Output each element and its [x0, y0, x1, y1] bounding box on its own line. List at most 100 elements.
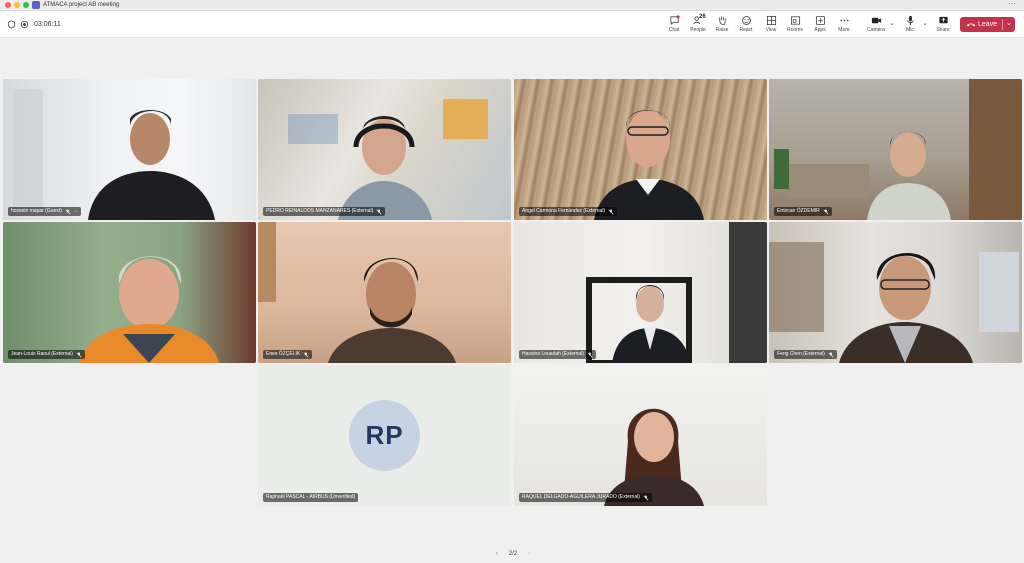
participant-video-figure [288, 99, 488, 220]
video-tile-participant-5[interactable]: Jean-Louis Raoul (External) [3, 222, 256, 363]
leave-options-chevron-icon[interactable]: ⌄ [1006, 19, 1012, 27]
leave-divider [1002, 19, 1003, 30]
participant-video-figure [774, 79, 1022, 220]
video-tile-participant-2[interactable]: PEDRO REINALDOS MANZANARES (External) [258, 79, 511, 220]
leave-button[interactable]: Leave ⌄ [960, 17, 1015, 32]
participant-name-tag: RAQUEL DELGADO-AGUILERA JURADO (External… [519, 493, 652, 502]
participant-name-tag: Jean-Louis Raoul (External) [8, 350, 85, 359]
camera-button[interactable]: Camera [865, 15, 887, 37]
page-indicator: 2/2 [508, 550, 518, 557]
mic-muted-icon [828, 351, 834, 357]
mic-muted-icon [643, 494, 649, 500]
gallery-pagination: ‹ 2/2 › [496, 549, 530, 558]
tile-more-options[interactable]: ... [74, 207, 78, 216]
participant-name-tag: Enes ÖZÇELIK [263, 350, 313, 359]
participant-name: Feng Chen (External) [777, 351, 825, 357]
window-titlebar: ATMACA project AB meeting ··· [0, 0, 1024, 11]
view-label: View [765, 27, 777, 33]
participant-name-tag: Hassina Louadah (External) [519, 350, 596, 359]
participant-name-tag: Raphaël PASCAL - AIRBUS (Unverified) [263, 493, 359, 502]
apps-label: Apps [814, 27, 826, 33]
leave-label: Leave [978, 21, 998, 28]
window-title: ATMACA project AB meeting [43, 2, 120, 8]
rooms-button[interactable]: Rooms [784, 15, 806, 37]
more-label: More [838, 27, 850, 33]
video-tile-participant-3[interactable]: Angel Carmona Fernández (External) [514, 79, 767, 220]
camera-icon [871, 17, 881, 24]
video-tile-participant-9[interactable]: RP Raphaël PASCAL - AIRBUS (Unverified) [258, 365, 511, 506]
video-tile-participant-8[interactable]: Feng Chen (External) [769, 222, 1022, 363]
teams-app-icon [32, 1, 40, 9]
more-button[interactable]: More [833, 15, 855, 37]
people-button[interactable]: 26 People [687, 14, 709, 37]
people-label: People [690, 27, 706, 33]
mic-muted-icon [65, 208, 71, 214]
avatar: RP [349, 400, 420, 471]
participant-video-figure [586, 222, 767, 363]
apps-plus-icon [815, 15, 825, 26]
previous-page-chevron-icon[interactable]: ‹ [496, 551, 498, 557]
people-count-badge: 26 [699, 14, 706, 20]
share-screen-icon [938, 16, 948, 24]
mic-muted-icon [76, 351, 82, 357]
participant-name: Raphaël PASCAL - AIRBUS (Unverified) [266, 494, 356, 500]
raise-hand-button[interactable]: Raise [711, 15, 733, 37]
recording-icon[interactable] [20, 20, 29, 29]
participant-name-tag: Angel Carmona Fernández (External) [519, 207, 618, 216]
participant-video-figure [258, 222, 456, 363]
participant-name: Emircan ÖZDEMIR [777, 208, 820, 214]
rooms-icon [790, 16, 800, 25]
participant-name-tag: PEDRO REINALDOS MANZANARES (External) [263, 207, 386, 216]
participant-name-tag: Feng Chen (External) [774, 350, 837, 359]
meeting-timer: 03:06:11 [34, 21, 61, 28]
mic-button[interactable]: Mic [899, 15, 921, 37]
participant-name: Enes ÖZÇELIK [266, 351, 301, 357]
fullscreen-window-button[interactable] [23, 2, 29, 8]
rooms-label: Rooms [787, 27, 803, 33]
meeting-toolbar: 03:06:11 Chat 26 People Raise React View… [0, 11, 1024, 38]
video-tile-participant-10[interactable]: RAQUEL DELGADO-AGUILERA JURADO (External… [514, 365, 767, 506]
more-horizontal-icon[interactable]: ··· [1008, 0, 1016, 8]
participant-name: Jean-Louis Raoul (External) [11, 351, 73, 357]
video-tile-participant-6[interactable]: Enes ÖZÇELIK [258, 222, 511, 363]
share-label: Share [936, 27, 950, 33]
mic-muted-icon [303, 351, 309, 357]
shield-icon[interactable] [7, 20, 16, 29]
close-window-button[interactable] [5, 2, 11, 8]
ellipsis-icon [839, 19, 849, 22]
participant-video-figure [594, 110, 704, 220]
chat-label: Chat [668, 27, 680, 33]
video-tile-participant-4[interactable]: Emircan ÖZDEMIR [769, 79, 1022, 220]
next-page-chevron-icon[interactable]: › [528, 551, 530, 557]
grid-view-icon [766, 15, 776, 26]
minimize-window-button[interactable] [14, 2, 20, 8]
camera-options-chevron-icon[interactable]: ⌄ [888, 19, 896, 27]
react-button[interactable]: React [735, 15, 757, 37]
hang-up-phone-icon [966, 23, 976, 27]
mic-label: Mic [906, 27, 914, 33]
smiley-icon [741, 16, 751, 25]
participant-name: RAQUEL DELGADO-AGUILERA JURADO (External… [522, 494, 640, 500]
share-button[interactable]: Share [932, 15, 954, 37]
participant-name: hossein mapar (Guest) [11, 208, 62, 214]
participant-name: PEDRO REINALDOS MANZANARES (External) [266, 208, 374, 214]
participant-name: Angel Carmona Fernández (External) [522, 208, 606, 214]
react-label: React [739, 27, 753, 33]
mic-muted-icon [376, 208, 382, 214]
video-tile-participant-7[interactable]: Hassina Louadah (External) [514, 222, 767, 363]
participant-video-figure [13, 89, 215, 220]
view-button[interactable]: View [760, 15, 782, 37]
participant-name-tag: hossein mapar (Guest) ... [8, 207, 82, 216]
participant-video-figure [769, 242, 1019, 363]
chat-button[interactable]: Chat [663, 15, 685, 37]
microphone-icon [906, 15, 914, 26]
chat-icon [669, 15, 680, 26]
mic-muted-icon [608, 208, 614, 214]
video-tile-participant-1[interactable]: hossein mapar (Guest) ... [3, 79, 256, 220]
mic-muted-icon [587, 351, 593, 357]
mic-muted-icon [823, 208, 829, 214]
mic-options-chevron-icon[interactable]: ⌄ [921, 19, 929, 27]
raise-label: Raise [715, 27, 729, 33]
apps-button[interactable]: Apps [809, 15, 831, 37]
participant-video-figure [604, 408, 704, 506]
